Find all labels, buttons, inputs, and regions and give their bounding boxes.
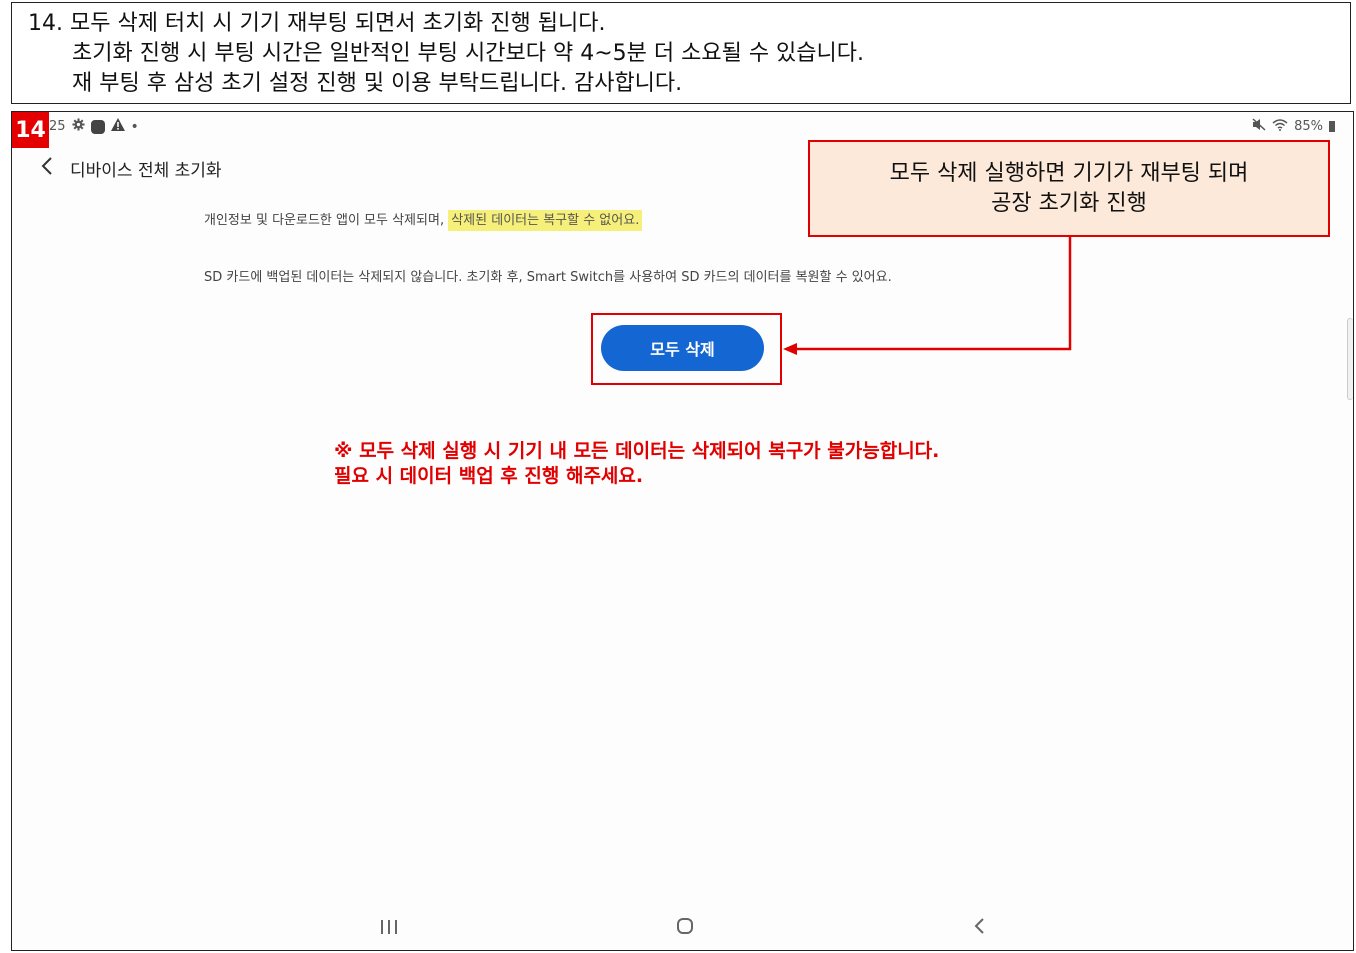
edge-panel-handle[interactable] — [1347, 318, 1353, 400]
home-icon — [677, 918, 693, 934]
recent-apps-icon — [381, 920, 397, 934]
home-button[interactable] — [676, 916, 694, 940]
warning-line-1: ※ 모두 삭제 실행 시 기기 내 모든 데이터는 삭제되어 복구가 불가능합니… — [334, 440, 940, 462]
instruction-box: 14. 모두 삭제 터치 시 기기 재부팅 되면서 초기화 진행 됩니다. 초기… — [11, 2, 1351, 104]
warning-line-2: 필요 시 데이터 백업 후 진행 해주세요. — [334, 465, 644, 487]
navigation-bar — [12, 902, 1353, 952]
instruction-line-2: 초기화 진행 시 부팅 시간은 일반적인 부팅 시간보다 약 4~5분 더 소요… — [72, 41, 865, 66]
nav-back-button[interactable] — [972, 916, 986, 940]
recent-apps-button[interactable] — [379, 918, 399, 940]
device-screen: 14 25 • 85% 디바이스 전체 초기화 개인정보 및 다운로드한 앱이 … — [11, 111, 1354, 951]
instruction-line-1: 14. 모두 삭제 터치 시 기기 재부팅 되면서 초기화 진행 됩니다. — [28, 11, 606, 36]
callout-arrow — [783, 237, 1072, 355]
data-loss-warning: ※ 모두 삭제 실행 시 기기 내 모든 데이터는 삭제되어 복구가 불가능합니… — [334, 439, 939, 489]
instruction-line-3: 재 부팅 후 삼성 초기 설정 진행 및 이용 부탁드립니다. 감사합니다. — [72, 71, 683, 96]
back-icon — [974, 918, 984, 934]
